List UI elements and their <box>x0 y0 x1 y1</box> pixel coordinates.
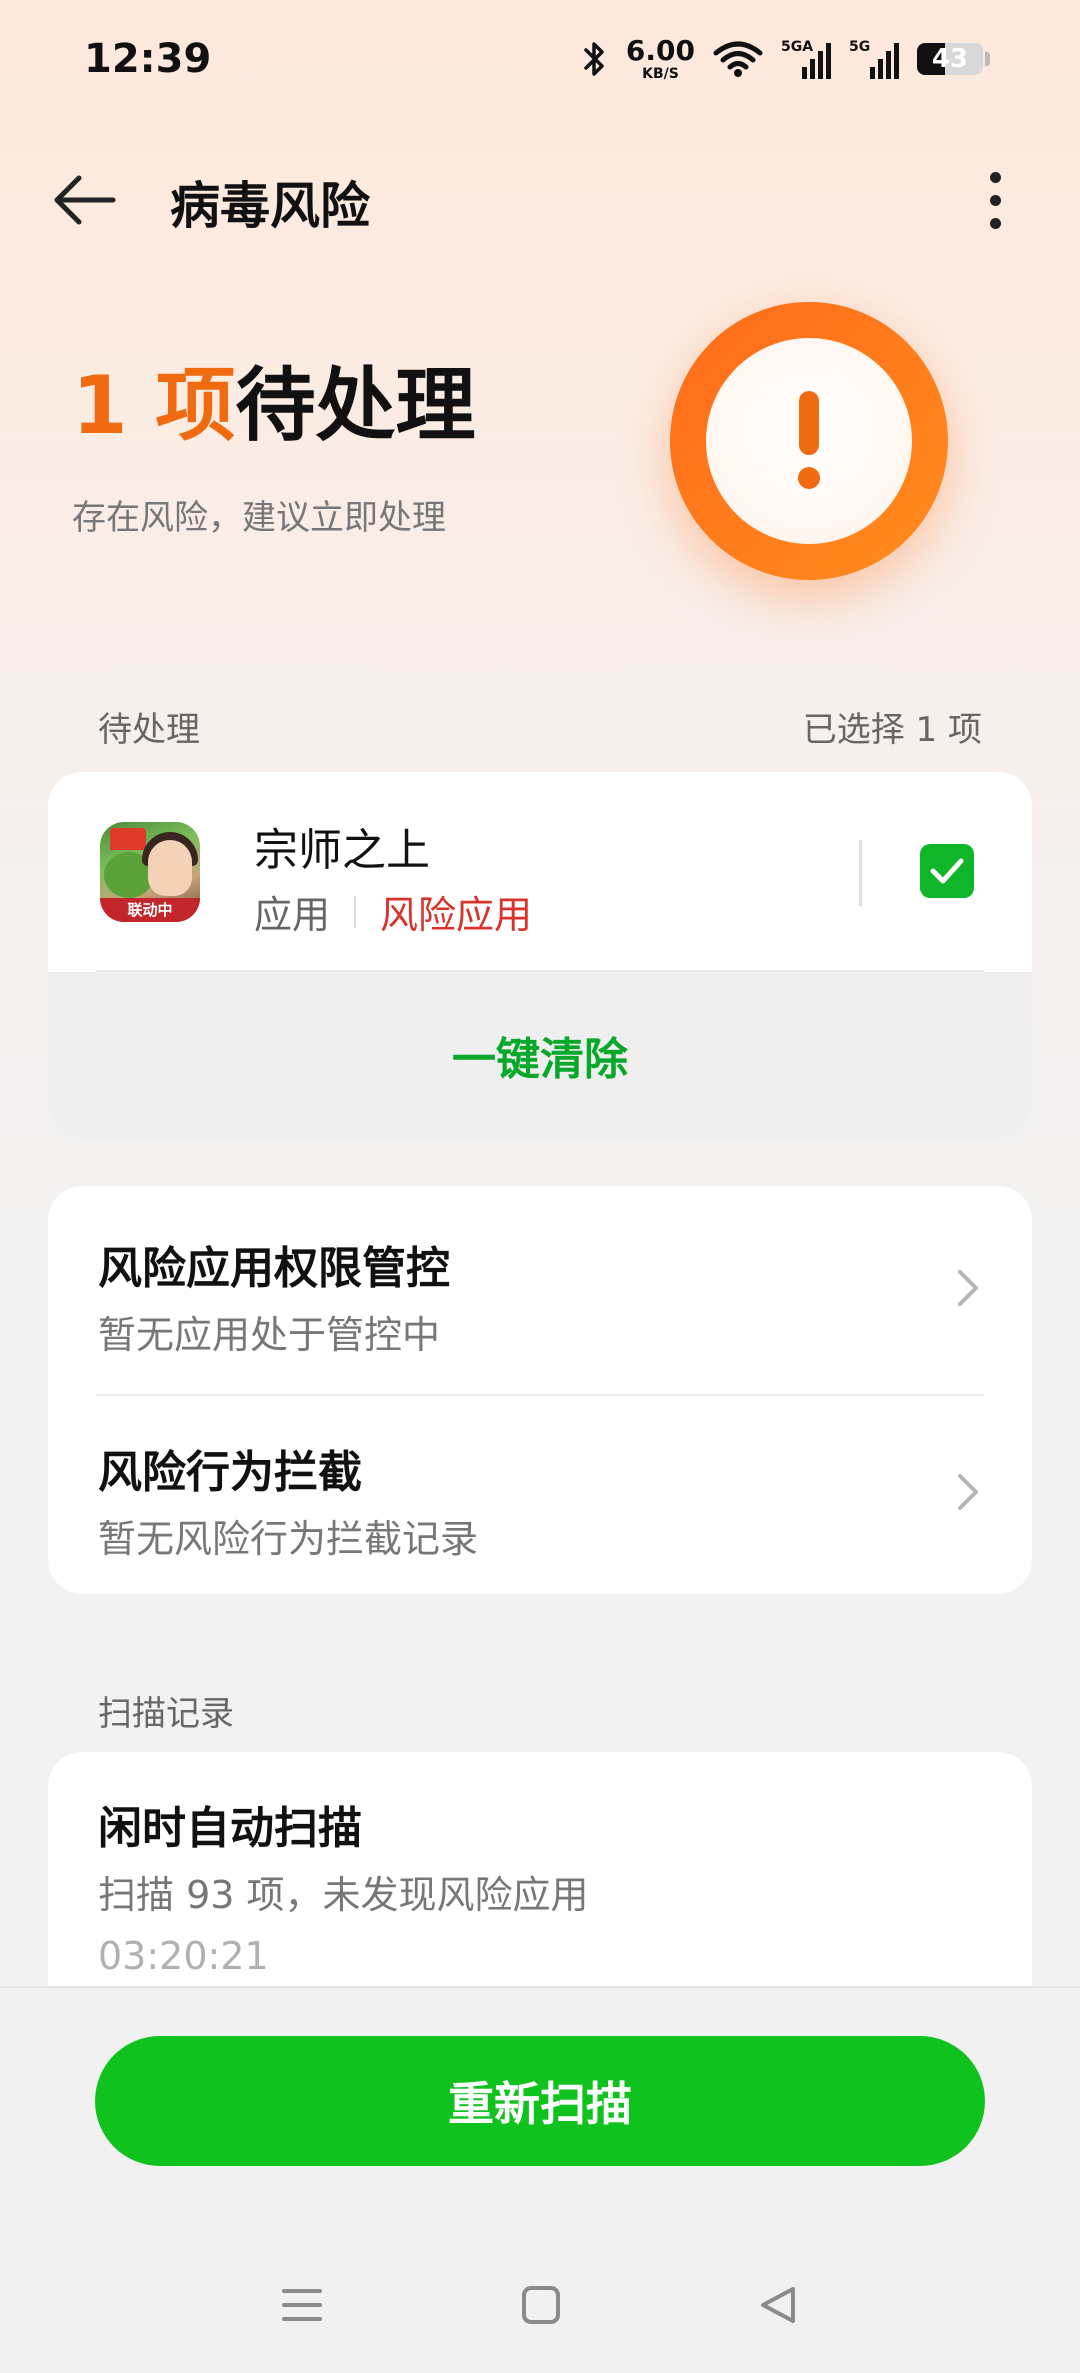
pending-card: 联动中 宗师之上 应用 风险应用 一键清除 <box>48 772 1032 1138</box>
pending-count-number: 1 <box>72 359 128 452</box>
scan-records-label: 扫描记录 <box>98 1694 234 1734</box>
one-click-clear-label: 一键清除 <box>452 1034 628 1085</box>
menu-item-title: 风险应用权限管控 <box>98 1243 450 1294</box>
app-meta: 应用 风险应用 <box>254 884 532 939</box>
menu-item-subtitle: 暂无风险行为拦截记录 <box>98 1517 479 1561</box>
checkmark-icon <box>930 858 964 884</box>
menu-item-title: 风险行为拦截 <box>98 1447 362 1498</box>
exclamation-icon <box>797 391 821 491</box>
battery-cap <box>985 52 990 66</box>
more-dot-icon <box>989 217 1001 229</box>
more-options-button[interactable] <box>965 160 1025 240</box>
app-icon: 联动中 <box>100 822 200 922</box>
cellular-signal-2-icon: 5G <box>849 39 899 79</box>
one-click-clear-button[interactable]: 一键清除 <box>48 972 1032 1138</box>
home-square-icon <box>522 2286 560 2324</box>
more-dot-icon <box>989 194 1001 206</box>
warning-status-icon <box>670 302 948 580</box>
pending-headline-text: 待处理 <box>235 359 476 452</box>
more-dot-icon <box>989 171 1001 183</box>
menu-lines-icon <box>282 2289 322 2321</box>
nav-menu-button[interactable] <box>267 2270 337 2340</box>
back-button[interactable] <box>44 160 124 240</box>
cellular-signal-2-label: 5G <box>849 39 871 55</box>
back-arrow-icon <box>54 175 116 225</box>
vertical-divider <box>859 840 862 906</box>
status-bar: 12:39 6.00 KB/S 5GA 5G 43 <box>0 0 1080 120</box>
risk-app-row[interactable]: 联动中 宗师之上 应用 风险应用 <box>48 772 1032 972</box>
pending-count-headline: 1 项待处理 <box>72 356 476 456</box>
nav-home-button[interactable] <box>506 2270 576 2340</box>
risk-behavior-block-item[interactable]: 风险行为拦截 暂无风险行为拦截记录 <box>48 1390 1032 1594</box>
risk-app-permission-control-item[interactable]: 风险应用权限管控 暂无应用处于管控中 <box>48 1186 1032 1390</box>
app-type: 应用 <box>254 893 331 937</box>
app-icon-badge: 联动中 <box>100 898 200 922</box>
pending-count-unit: 项 <box>127 359 236 452</box>
network-speed-value: 6.00 <box>625 34 695 67</box>
menu-item-subtitle: 暂无应用处于管控中 <box>98 1313 441 1357</box>
wifi-icon <box>713 41 763 77</box>
scan-record-summary: 扫描 93 项，未发现风险应用 <box>98 1873 589 1917</box>
network-speed: 6.00 KB/S <box>625 34 695 82</box>
bluetooth-icon <box>584 42 604 76</box>
back-triangle-icon <box>761 2287 795 2323</box>
battery-level: 43 <box>931 44 969 74</box>
app-name: 宗师之上 <box>254 825 430 876</box>
pending-section-label: 待处理 <box>98 710 200 750</box>
network-speed-unit: KB/S <box>642 66 679 82</box>
risk-tag: 风险应用 <box>380 893 533 937</box>
status-icons: 6.00 KB/S 5GA 5G 43 <box>582 34 990 84</box>
scan-record-title: 闲时自动扫描 <box>98 1803 362 1854</box>
meta-separator <box>354 895 357 928</box>
chevron-right-icon <box>958 1474 978 1510</box>
selected-count-label: 已选择 1 项 <box>802 710 982 750</box>
scan-record-time: 03:20:21 <box>98 1934 269 1978</box>
chevron-right-icon <box>958 1270 978 1306</box>
page-title: 病毒风险 <box>170 177 370 235</box>
nav-back-button[interactable] <box>743 2270 813 2340</box>
controls-card: 风险应用权限管控 暂无应用处于管控中 风险行为拦截 暂无风险行为拦截记录 <box>48 1186 1032 1594</box>
rescan-label: 重新扫描 <box>448 2078 632 2130</box>
battery-icon: 43 <box>917 43 983 75</box>
risk-subtitle: 存在风险，建议立即处理 <box>72 498 446 538</box>
cellular-signal-1-icon: 5GA <box>781 39 831 79</box>
status-time: 12:39 <box>84 36 212 82</box>
rescan-button[interactable]: 重新扫描 <box>95 2036 985 2166</box>
select-checkbox[interactable] <box>920 844 974 898</box>
